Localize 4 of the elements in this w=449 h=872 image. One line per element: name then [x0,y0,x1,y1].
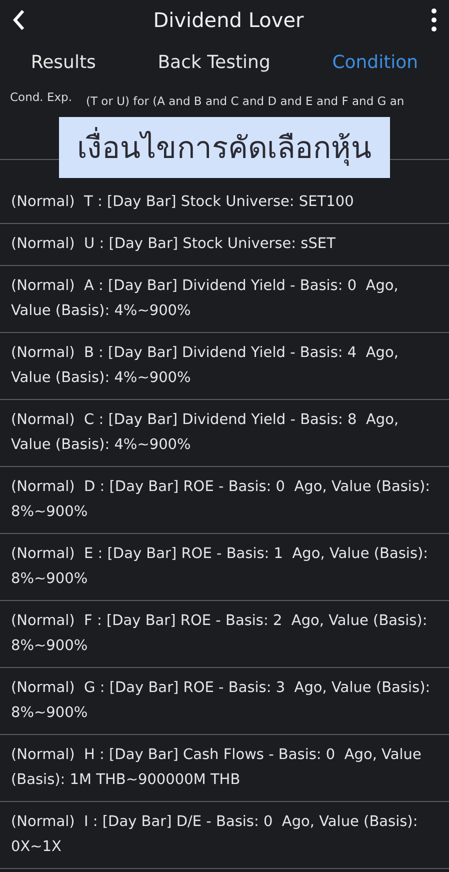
condition-expression-label: Cond. Exp. [10,90,72,104]
condition-expression-value: (T or U) for (A and B and C and D and E and F and G an [86,94,404,108]
screen-title: Dividend Lover [153,8,304,32]
caption-overlay: เงื่อนไขการคัดเลือกหุ้น [59,117,390,178]
